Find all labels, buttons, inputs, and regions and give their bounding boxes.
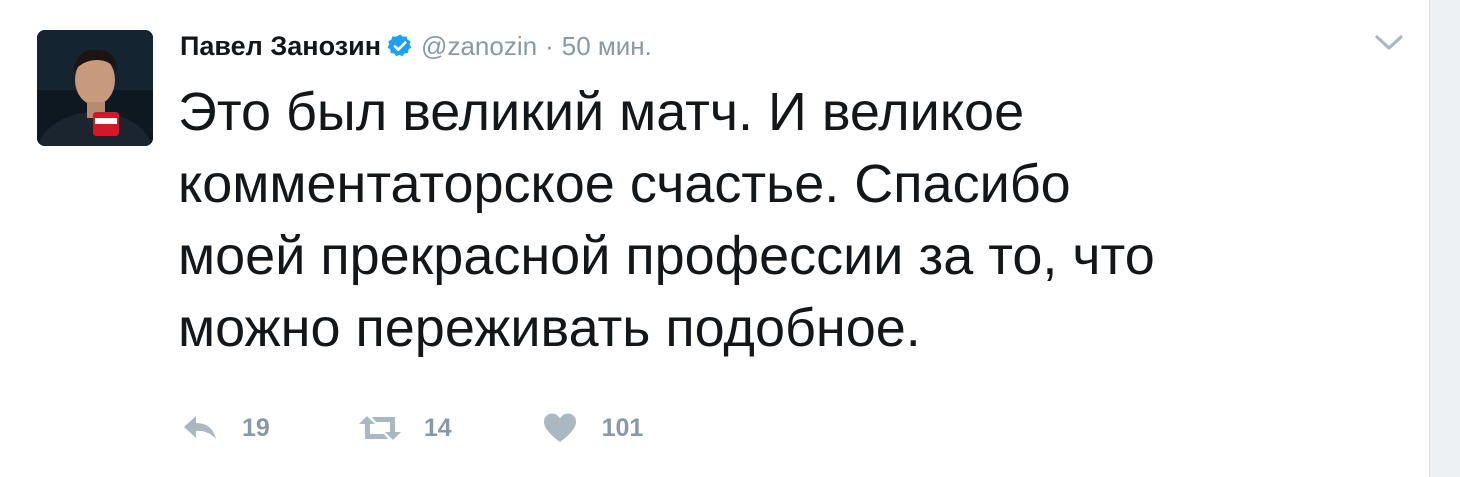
reply-icon	[184, 416, 216, 439]
verified-badge-icon	[387, 34, 412, 57]
reply-button[interactable]: 19	[180, 413, 270, 443]
retweet-icon	[358, 416, 401, 440]
like-count: 101	[601, 413, 644, 442]
retweet-button[interactable]: 14	[356, 413, 452, 443]
author-name[interactable]: Павел Занозин	[180, 31, 381, 62]
tweet-card[interactable]: Павел Занозин @zanozin · 50 мин. Это был…	[0, 0, 1430, 477]
author-handle[interactable]: @zanozin	[421, 31, 537, 62]
retweet-count: 14	[423, 413, 452, 442]
tweet-header: Павел Занозин @zanozin · 50 мин.	[180, 26, 652, 66]
reply-count: 19	[242, 413, 270, 442]
tweet-text-line: моей прекрасной профессии за то, что	[178, 226, 1155, 286]
header-separator: ·	[545, 30, 554, 61]
tweet-timestamp[interactable]: 50 мин.	[562, 31, 652, 62]
tweet-actions: 19 14 101	[180, 410, 643, 446]
heart-icon	[543, 413, 576, 442]
tweet-text: Это был великий матч. И великое коммента…	[178, 76, 1398, 364]
like-button[interactable]: 101	[542, 412, 644, 444]
page-gutter	[1430, 0, 1460, 477]
avatar-image	[37, 30, 153, 146]
tweet-text-line: Это был великий матч. И великое	[178, 82, 1025, 142]
avatar[interactable]	[37, 30, 153, 146]
tweet-text-line: комментаторское счастье. Спасибо	[178, 154, 1071, 214]
chevron-down-icon[interactable]	[1372, 32, 1406, 54]
tweet-text-line: можно переживать подобное.	[178, 298, 921, 358]
